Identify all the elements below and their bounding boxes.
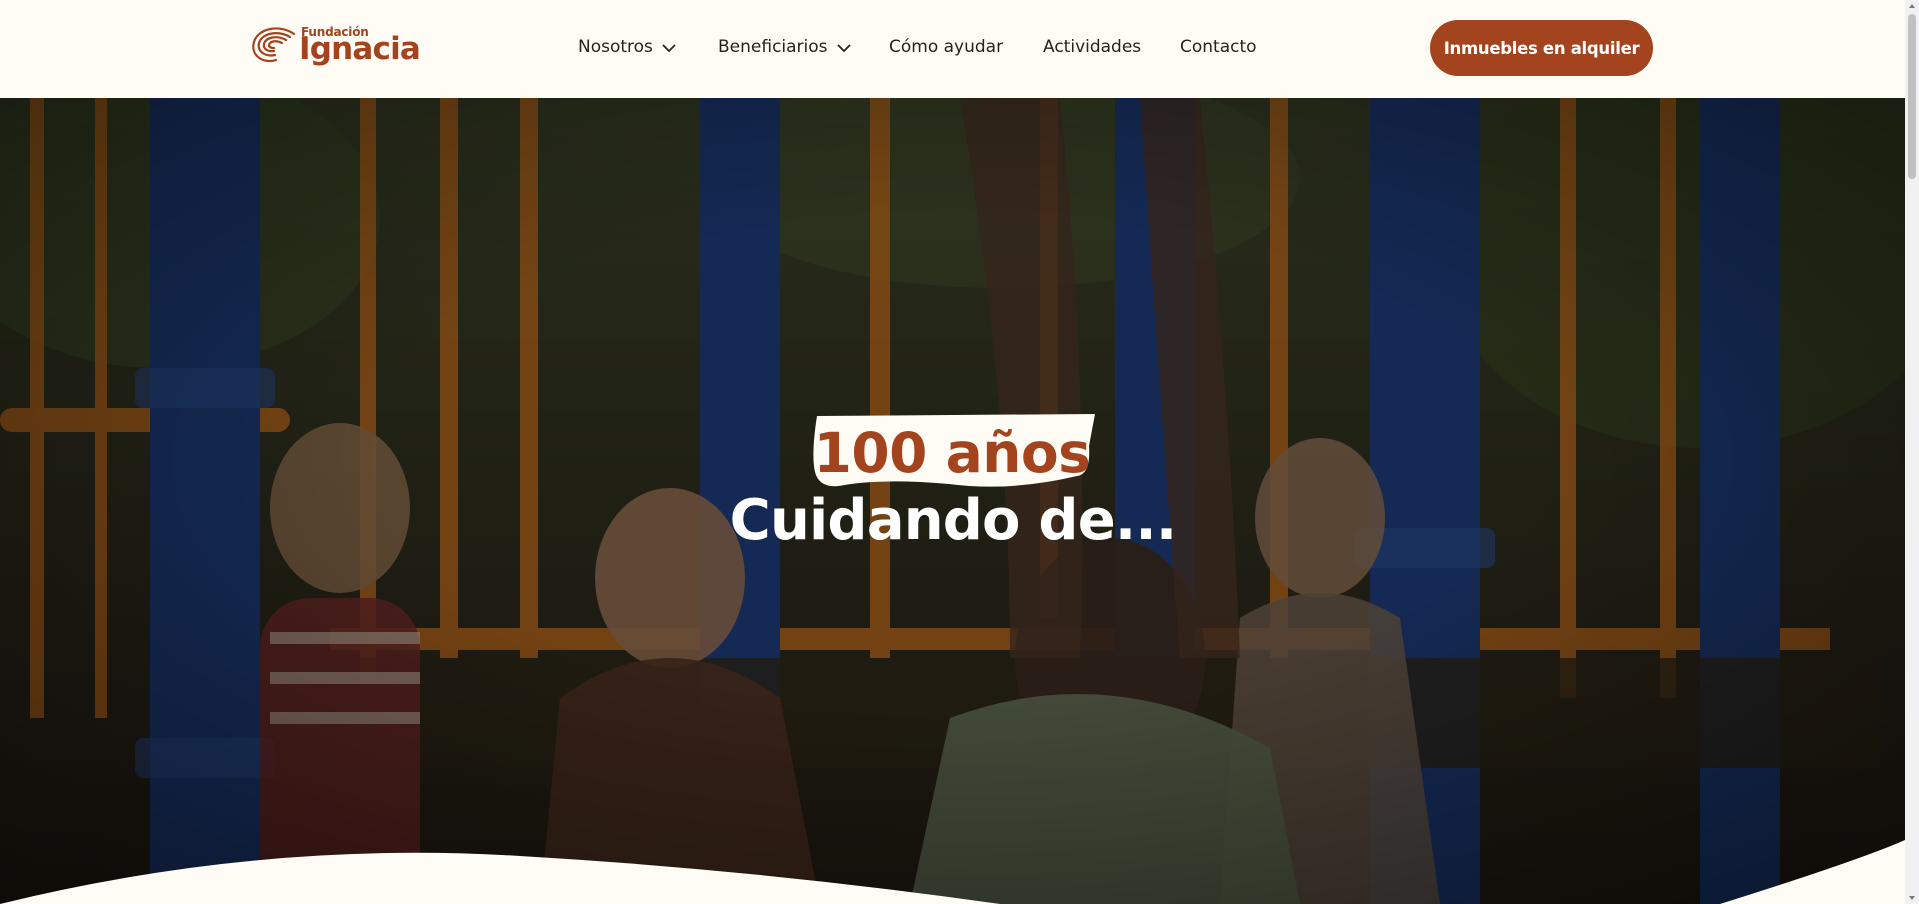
nav-item-label: Contacto — [1180, 37, 1257, 57]
hero-subtitle: Cuidando de... — [729, 488, 1177, 553]
scrollbar-thumb[interactable] — [1908, 14, 1916, 179]
site-header: Fundación Ignacia Nosotros Beneficiarios… — [0, 0, 1905, 98]
nav-item-label: Actividades — [1043, 37, 1142, 57]
page-scrollbar[interactable] — [1905, 0, 1919, 904]
hero-badge: 100 años — [813, 421, 1091, 485]
scroll-down-arrow-icon[interactable] — [1908, 894, 1916, 902]
scroll-up-arrow-icon[interactable] — [1908, 2, 1916, 10]
logo-swirl-icon — [252, 27, 296, 63]
logo-wordmark: Ignacia — [299, 31, 421, 67]
nav-item-label: Beneficiarios — [718, 37, 828, 57]
bottom-wave — [0, 840, 1905, 904]
nav-item-actividades[interactable]: Actividades — [1043, 37, 1141, 57]
nav-item-como-ayudar[interactable]: Cómo ayudar — [889, 37, 1003, 57]
nav-item-label: Cómo ayudar — [889, 37, 1004, 57]
nav-item-nosotros[interactable]: Nosotros — [578, 37, 677, 57]
chevron-down-icon — [836, 44, 851, 53]
brand-logo[interactable]: Fundación Ignacia — [250, 22, 421, 72]
hero-section: 100 años Cuidando de... — [0, 98, 1905, 904]
chevron-down-icon — [662, 44, 676, 53]
nav-item-contacto[interactable]: Contacto — [1180, 37, 1257, 57]
rentals-button[interactable]: Inmuebles en alquiler — [1430, 20, 1653, 76]
nav-item-label: Nosotros — [578, 37, 653, 57]
nav-item-beneficiarios[interactable]: Beneficiarios — [718, 37, 852, 57]
